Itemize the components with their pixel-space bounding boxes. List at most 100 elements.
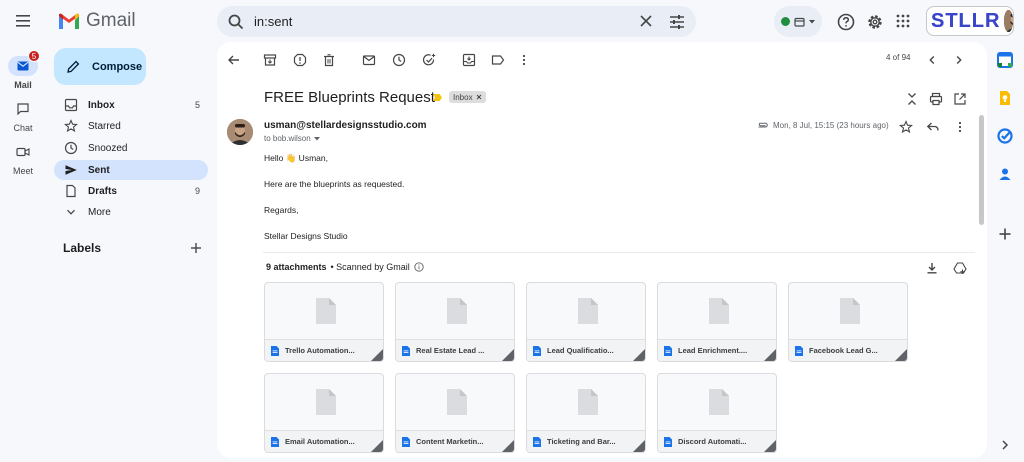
recipient-details[interactable]: to bob.wilson <box>264 134 320 143</box>
back-arrow-icon[interactable] <box>227 53 241 67</box>
attachment-tile[interactable]: Trello Automation... <box>264 282 384 362</box>
importance-marker-icon[interactable] <box>433 94 442 101</box>
expand-side-panel-chevron-icon[interactable] <box>996 436 1014 454</box>
attachment-tile[interactable]: Discord Automati... <box>657 373 777 453</box>
inbox-icon <box>64 98 78 112</box>
attachment-corner-fold <box>502 440 514 452</box>
attachment-corner-fold <box>371 440 383 452</box>
chevron-down-icon <box>67 209 75 215</box>
mail-unread-badge: 5 <box>28 50 40 62</box>
email-subject: FREE Blueprints Request <box>264 89 435 106</box>
search-input[interactable] <box>254 14 634 29</box>
add-task-icon[interactable] <box>422 53 436 67</box>
mark-unread-icon[interactable] <box>362 53 376 67</box>
settings-gear-icon[interactable] <box>865 12 885 32</box>
star-icon <box>64 119 78 133</box>
star-icon[interactable] <box>899 120 913 134</box>
nav-item-label: Snoozed <box>88 142 128 154</box>
search-options-icon[interactable] <box>668 13 686 31</box>
nav-item-snoozed[interactable]: Snoozed <box>54 138 208 158</box>
add-to-drive-icon[interactable] <box>953 261 967 275</box>
calendar-app-icon[interactable] <box>996 51 1014 69</box>
file-preview-icon <box>578 298 598 324</box>
print-icon[interactable] <box>929 92 943 106</box>
nav-item-inbox[interactable]: Inbox 5 <box>54 95 208 115</box>
attachment-corner-fold <box>895 349 907 361</box>
main-menu-icon[interactable] <box>10 10 36 32</box>
rail-chat-label: Chat <box>13 123 33 133</box>
compose-button[interactable]: Compose <box>54 48 146 85</box>
nav-item-starred[interactable]: Starred <box>54 116 208 136</box>
file-preview-icon <box>447 389 467 415</box>
body-signoff: Regards, <box>264 205 299 215</box>
rail-meet[interactable]: Meet <box>4 142 42 176</box>
attachment-info-bar: Discord Automati... <box>658 430 776 452</box>
older-chevron-right-icon[interactable] <box>952 53 966 67</box>
account-switcher[interactable]: STLLR <box>926 6 1014 36</box>
attachment-tile[interactable]: Lead Enrichment.... <box>657 282 777 362</box>
sender-address[interactable]: usman@stellardesignsstudio.com <box>264 120 427 131</box>
keep-notes-icon[interactable] <box>996 89 1014 107</box>
compose-label: Compose <box>92 60 143 73</box>
attachment-info-bar: Real Estate Lead ... <box>396 339 514 361</box>
contacts-app-icon[interactable] <box>996 165 1014 183</box>
newer-chevron-left-icon[interactable] <box>925 53 939 67</box>
google-docs-icon <box>664 345 672 356</box>
report-spam-icon[interactable] <box>293 53 307 67</box>
info-icon[interactable] <box>414 262 424 272</box>
apps-grid-icon[interactable] <box>895 13 911 29</box>
message-more-vert-icon[interactable] <box>953 120 967 134</box>
chevron-down-icon[interactable] <box>313 136 320 141</box>
status-selector[interactable] <box>774 6 822 37</box>
nav-item-label: Inbox <box>88 99 115 111</box>
file-preview-icon <box>578 389 598 415</box>
snooze-clock-icon[interactable] <box>392 53 406 67</box>
inbox-chip-label: Inbox <box>453 92 473 102</box>
add-label-plus-icon[interactable] <box>190 242 202 254</box>
file-preview-icon <box>709 298 729 324</box>
attachment-tile[interactable]: Content Marketin... <box>395 373 515 453</box>
collapse-all-icon[interactable] <box>905 92 919 106</box>
open-new-window-icon[interactable] <box>953 92 967 106</box>
file-preview-icon <box>709 389 729 415</box>
get-addons-plus-icon[interactable] <box>996 225 1014 243</box>
nav-item-label: Starred <box>88 120 121 132</box>
nav-item-drafts[interactable]: Drafts 9 <box>54 181 208 201</box>
rail-chat[interactable]: Chat <box>4 99 42 133</box>
file-preview-icon <box>447 298 467 324</box>
chevron-down-icon <box>809 19 815 23</box>
search-bar[interactable] <box>217 6 696 37</box>
help-icon[interactable] <box>836 12 856 32</box>
attachment-tile[interactable]: Ticketing and Bar... <box>526 373 646 453</box>
archive-icon[interactable] <box>263 53 277 67</box>
clear-search-icon[interactable] <box>638 13 654 29</box>
message-count: 4 of 94 <box>886 53 911 62</box>
attachment-tile[interactable]: Lead Qualificatio... <box>526 282 646 362</box>
move-to-icon[interactable] <box>462 53 476 67</box>
nav-item-more[interactable]: More <box>54 202 208 222</box>
reply-arrow-icon[interactable] <box>926 120 940 134</box>
attachment-info-bar: Ticketing and Bar... <box>527 430 645 452</box>
rail-mail[interactable]: 5 Mail <box>4 50 42 90</box>
meet-video-icon <box>8 142 38 162</box>
attachment-tile[interactable]: Email Automation... <box>264 373 384 453</box>
attachment-info-bar: Email Automation... <box>265 430 383 452</box>
message-date: Mon, 8 Jul, 15:15 (23 hours ago) <box>773 121 889 130</box>
attachment-corner-fold <box>764 349 776 361</box>
search-icon[interactable] <box>227 13 245 31</box>
label-tag-icon[interactable] <box>491 53 505 67</box>
tasks-app-icon[interactable] <box>996 127 1014 145</box>
inbox-label-chip[interactable]: Inbox <box>449 91 486 103</box>
more-vert-icon[interactable] <box>517 53 531 67</box>
attachment-tile[interactable]: Facebook Lead G... <box>788 282 908 362</box>
sender-avatar[interactable] <box>227 119 253 145</box>
remove-label-x-icon[interactable] <box>476 94 482 100</box>
attachment-tile[interactable]: Real Estate Lead ... <box>395 282 515 362</box>
recipient-text: to bob.wilson <box>264 134 311 143</box>
download-all-icon[interactable] <box>925 261 939 275</box>
message-scrollbar[interactable] <box>979 115 984 225</box>
nav-item-sent[interactable]: Sent <box>54 160 208 180</box>
gmail-logo[interactable]: Gmail <box>58 8 136 34</box>
send-icon <box>65 165 77 175</box>
delete-trash-icon[interactable] <box>322 53 336 67</box>
